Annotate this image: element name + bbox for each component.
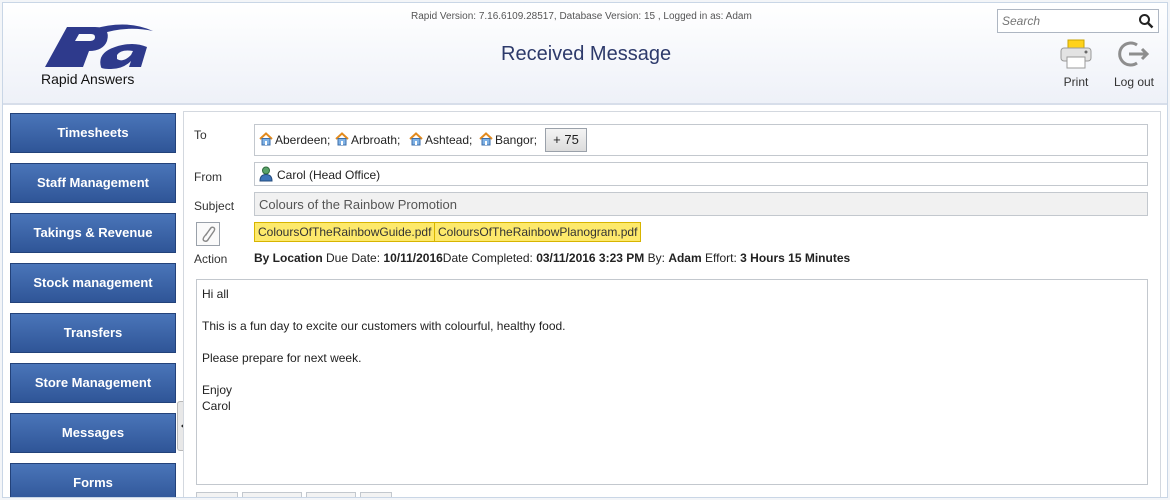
sidebar-item-transfers[interactable]: Transfers bbox=[10, 313, 176, 353]
body-greeting: Hi all bbox=[202, 287, 229, 301]
house-icon bbox=[335, 131, 349, 153]
search-icon[interactable] bbox=[1138, 13, 1154, 34]
printer-icon bbox=[1059, 39, 1093, 69]
completed-value: 03/11/2016 3:23 PM bbox=[536, 251, 645, 265]
toolbar-button[interactable] bbox=[242, 492, 302, 497]
to-field: Aberdeen; Arbroath; Ashtead; Bangor; + 7… bbox=[254, 124, 1148, 156]
recipient-chip[interactable]: Bangor; bbox=[479, 129, 537, 151]
due-date-value: 10/11/2016 bbox=[383, 251, 443, 265]
house-icon bbox=[409, 131, 423, 153]
house-icon bbox=[479, 131, 493, 153]
to-label: To bbox=[194, 128, 207, 142]
recipient-label: Aberdeen; bbox=[275, 133, 331, 147]
page-title: Received Message bbox=[501, 43, 672, 65]
recipient-label: Ashtead; bbox=[425, 133, 473, 147]
user-icon bbox=[259, 166, 273, 185]
due-date-label: Due Date: bbox=[326, 251, 381, 265]
effort-value: 3 Hours 15 Minutes bbox=[740, 251, 851, 265]
from-label: From bbox=[194, 170, 222, 184]
body-signature: Carol bbox=[202, 399, 231, 413]
logout-icon bbox=[1117, 39, 1151, 69]
logout-label: Log out bbox=[1113, 75, 1155, 89]
body-closing: Enjoy bbox=[202, 383, 233, 397]
sidebar-item-store-management[interactable]: Store Management bbox=[10, 363, 176, 403]
sidebar-item-forms[interactable]: Forms bbox=[10, 463, 176, 497]
sidebar-item-takings-revenue[interactable]: Takings & Revenue bbox=[10, 213, 176, 253]
sidebar-item-messages[interactable]: Messages bbox=[10, 413, 176, 453]
sidebar-nav: Timesheets Staff Management Takings & Re… bbox=[10, 113, 176, 497]
toolbar-button[interactable] bbox=[196, 492, 238, 497]
message-panel: To Aberdeen; Arbroath; Ashtead; Bangor; … bbox=[183, 111, 1161, 497]
toolbar-button[interactable] bbox=[360, 492, 392, 497]
action-type: By Location bbox=[254, 251, 323, 265]
subject-label: Subject bbox=[194, 199, 235, 213]
toolbar-button[interactable] bbox=[306, 492, 356, 497]
effort-label: Effort: bbox=[705, 251, 737, 265]
search-box bbox=[997, 9, 1159, 33]
recipient-label: Arbroath; bbox=[351, 133, 401, 147]
sidebar-item-staff-management[interactable]: Staff Management bbox=[10, 163, 176, 203]
subject-field: Colours of the Rainbow Promotion bbox=[254, 192, 1148, 216]
app-frame: Rapid Answers Rapid Version: 7.16.6109.2… bbox=[2, 2, 1168, 498]
recipient-chip[interactable]: Aberdeen; bbox=[259, 129, 330, 151]
from-field: Carol (Head Office) bbox=[254, 162, 1148, 186]
attachment-link[interactable]: ColoursOfTheRainbowGuide.pdf bbox=[254, 222, 436, 242]
by-label: By: bbox=[647, 251, 665, 265]
recipient-label: Bangor; bbox=[495, 133, 538, 147]
logout-button[interactable]: Log out bbox=[1109, 39, 1159, 89]
body-line: Please prepare for next week. bbox=[202, 351, 362, 365]
action-label: Action bbox=[194, 252, 228, 266]
paperclip-icon bbox=[197, 226, 219, 249]
recipient-chip[interactable]: Arbroath; bbox=[335, 129, 400, 151]
message-body: Hi all This is a fun day to excite our c… bbox=[196, 279, 1148, 485]
print-button[interactable]: Print bbox=[1055, 39, 1097, 89]
action-details: By Location Due Date: 10/11/2016Date Com… bbox=[254, 251, 850, 265]
version-info: Rapid Version: 7.16.6109.28517, Database… bbox=[411, 11, 752, 22]
body-line: This is a fun day to excite our customer… bbox=[202, 319, 566, 333]
sidebar-item-timesheets[interactable]: Timesheets bbox=[10, 113, 176, 153]
by-value: Adam bbox=[668, 251, 702, 265]
logo-text: Rapid Answers bbox=[41, 71, 135, 87]
attach-button[interactable] bbox=[196, 222, 220, 246]
more-recipients-button[interactable]: + 75 bbox=[545, 128, 587, 152]
house-icon bbox=[259, 131, 273, 153]
attachment-link[interactable]: ColoursOfTheRainbowPlanogram.pdf bbox=[434, 222, 642, 242]
print-label: Print bbox=[1063, 75, 1089, 89]
sidebar-item-stock-management[interactable]: Stock management bbox=[10, 263, 176, 303]
completed-label: Date Completed: bbox=[442, 251, 533, 265]
header: Rapid Answers Rapid Version: 7.16.6109.2… bbox=[3, 3, 1167, 105]
from-value: Carol (Head Office) bbox=[277, 168, 381, 182]
search-input[interactable] bbox=[998, 10, 1128, 32]
recipient-chip[interactable]: Ashtead; bbox=[409, 129, 472, 151]
